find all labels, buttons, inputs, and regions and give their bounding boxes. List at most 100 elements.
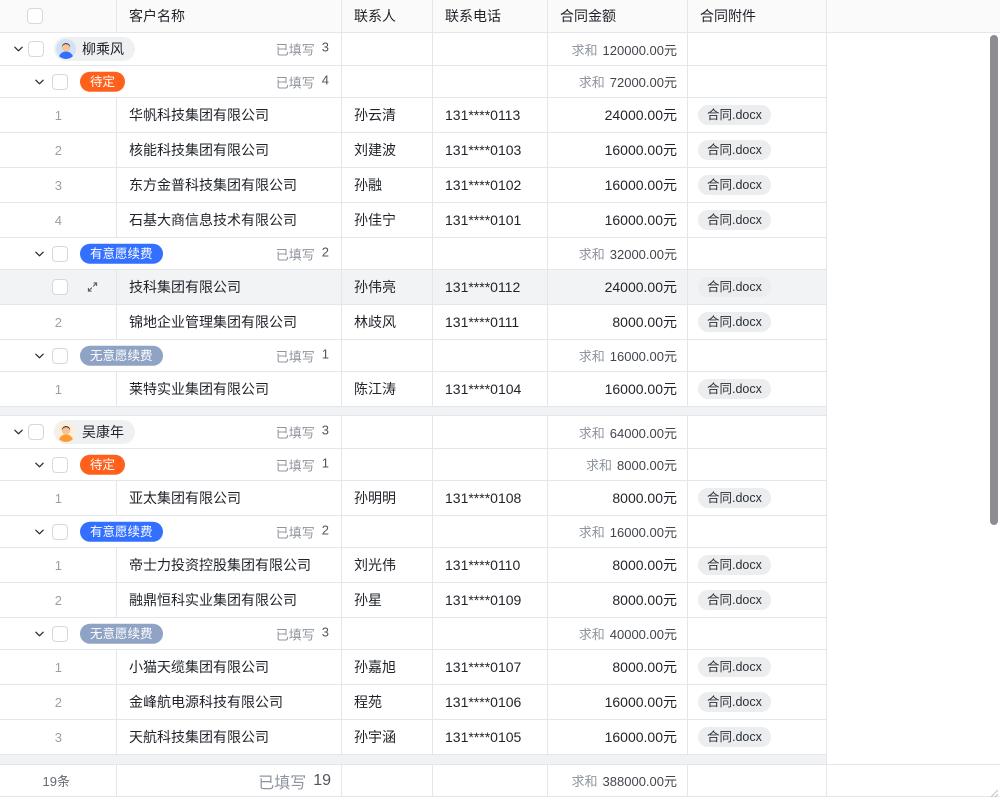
row-gutter-cell[interactable]: 2 (0, 133, 117, 167)
phone-cell[interactable]: 131****0109 (433, 583, 548, 617)
chevron-down-icon[interactable] (34, 628, 45, 639)
attachment-cell[interactable]: 合同.docx (688, 305, 827, 339)
person-group-row[interactable]: 吴康年已填写3求和64000.00元 (0, 416, 827, 449)
header-select-cell[interactable] (0, 0, 117, 32)
phone-cell[interactable]: 131****0102 (433, 168, 548, 202)
customer-name-cell[interactable]: 帝士力投资控股集团有限公司 (117, 548, 342, 582)
attachment-cell[interactable]: 合同.docx (688, 685, 827, 719)
column-header-customer-name[interactable]: 客户名称 (117, 0, 342, 32)
data-row[interactable]: 1华帆科技集团有限公司孙云清131****011324000.00元合同.doc… (0, 98, 827, 133)
attachment-cell[interactable]: 合同.docx (688, 203, 827, 237)
subgroup-row[interactable]: 有意愿续费已填写2求和32000.00元 (0, 238, 827, 270)
customer-name-cell[interactable]: 亚太集团有限公司 (117, 481, 342, 515)
attachment-cell[interactable]: 合同.docx (688, 270, 827, 304)
attachment-cell[interactable]: 合同.docx (688, 168, 827, 202)
amount-cell[interactable]: 24000.00元 (548, 98, 688, 132)
attachment-chip[interactable]: 合同.docx (698, 210, 771, 231)
contact-cell[interactable]: 孙佳宁 (342, 203, 433, 237)
subgroup-row[interactable]: 无意愿续费已填写3求和40000.00元 (0, 618, 827, 650)
customer-name-cell[interactable]: 小猫天缆集团有限公司 (117, 650, 342, 684)
customer-name-cell[interactable]: 石基大商信息技术有限公司 (117, 203, 342, 237)
row-gutter-cell[interactable]: 1 (0, 481, 117, 515)
row-gutter-cell[interactable]: 1 (0, 372, 117, 406)
row-checkbox[interactable] (52, 626, 68, 642)
row-gutter-cell[interactable]: 1 (0, 548, 117, 582)
attachment-cell[interactable]: 合同.docx (688, 548, 827, 582)
status-badge[interactable]: 待定 (80, 454, 125, 475)
amount-cell[interactable]: 8000.00元 (548, 583, 688, 617)
attachment-chip[interactable]: 合同.docx (698, 312, 771, 333)
row-gutter-cell[interactable]: 1 (0, 650, 117, 684)
attachment-cell[interactable]: 合同.docx (688, 133, 827, 167)
contact-cell[interactable]: 程苑 (342, 685, 433, 719)
amount-cell[interactable]: 16000.00元 (548, 203, 688, 237)
subgroup-title-cell[interactable]: 待定已填写4 (0, 66, 342, 97)
data-row[interactable]: 2锦地企业管理集团有限公司林歧风131****01118000.00元合同.do… (0, 305, 827, 340)
phone-cell[interactable]: 131****0104 (433, 372, 548, 406)
data-row[interactable]: 1小猫天缆集团有限公司孙嘉旭131****01078000.00元合同.docx (0, 650, 827, 685)
chevron-down-icon[interactable] (34, 526, 45, 537)
customer-name-cell[interactable]: 天航科技集团有限公司 (117, 720, 342, 754)
subgroup-title-cell[interactable]: 无意愿续费已填写3 (0, 618, 342, 649)
select-all-checkbox[interactable] (27, 8, 43, 24)
row-gutter-cell[interactable]: 2 (0, 583, 117, 617)
customer-name-cell[interactable]: 华帆科技集团有限公司 (117, 98, 342, 132)
subgroup-row[interactable]: 有意愿续费已填写2求和16000.00元 (0, 516, 827, 548)
phone-cell[interactable]: 131****0111 (433, 305, 548, 339)
customer-name-cell[interactable]: 融鼎恒科实业集团有限公司 (117, 583, 342, 617)
contact-cell[interactable]: 孙宇涵 (342, 720, 433, 754)
customer-name-cell[interactable]: 东方金普科技集团有限公司 (117, 168, 342, 202)
amount-cell[interactable]: 8000.00元 (548, 650, 688, 684)
row-checkbox[interactable] (52, 457, 68, 473)
row-gutter-cell[interactable]: 1 (0, 98, 117, 132)
row-gutter-cell[interactable]: 4 (0, 203, 117, 237)
customer-name-cell[interactable]: 技科集团有限公司 (117, 270, 342, 304)
attachment-chip[interactable]: 合同.docx (698, 488, 771, 509)
contact-cell[interactable]: 孙星 (342, 583, 433, 617)
customer-name-cell[interactable]: 核能科技集团有限公司 (117, 133, 342, 167)
contact-cell[interactable]: 孙嘉旭 (342, 650, 433, 684)
row-gutter-cell[interactable]: 2 (0, 685, 117, 719)
attachment-chip[interactable]: 合同.docx (698, 555, 771, 576)
subgroup-row[interactable]: 待定已填写1求和8000.00元 (0, 449, 827, 481)
attachment-chip[interactable]: 合同.docx (698, 590, 771, 611)
phone-cell[interactable]: 131****0105 (433, 720, 548, 754)
status-badge[interactable]: 待定 (80, 71, 125, 92)
amount-cell[interactable]: 8000.00元 (548, 548, 688, 582)
attachment-cell[interactable]: 合同.docx (688, 98, 827, 132)
status-badge[interactable]: 无意愿续费 (80, 345, 163, 366)
row-checkbox[interactable] (52, 279, 68, 295)
attachment-chip[interactable]: 合同.docx (698, 657, 771, 678)
group-person-pill[interactable]: 柳乘风 (54, 37, 135, 61)
amount-cell[interactable]: 16000.00元 (548, 685, 688, 719)
subgroup-row[interactable]: 待定已填写4求和72000.00元 (0, 66, 827, 98)
row-checkbox[interactable] (28, 424, 44, 440)
chevron-down-icon[interactable] (34, 459, 45, 470)
phone-cell[interactable]: 131****0113 (433, 98, 548, 132)
subgroup-title-cell[interactable]: 无意愿续费已填写1 (0, 340, 342, 371)
subgroup-row[interactable]: 无意愿续费已填写1求和16000.00元 (0, 340, 827, 372)
expand-icon[interactable] (86, 281, 99, 294)
contact-cell[interactable]: 孙伟亮 (342, 270, 433, 304)
contact-cell[interactable]: 刘建波 (342, 133, 433, 167)
data-row[interactable]: 4石基大商信息技术有限公司孙佳宁131****010116000.00元合同.d… (0, 203, 827, 238)
attachment-chip[interactable]: 合同.docx (698, 175, 771, 196)
phone-cell[interactable]: 131****0108 (433, 481, 548, 515)
chevron-down-icon[interactable] (34, 248, 45, 259)
subgroup-title-cell[interactable]: 有意愿续费已填写2 (0, 516, 342, 547)
phone-cell[interactable]: 131****0103 (433, 133, 548, 167)
subgroup-title-cell[interactable]: 待定已填写1 (0, 449, 342, 480)
chevron-down-icon[interactable] (13, 427, 24, 438)
amount-cell[interactable]: 24000.00元 (548, 270, 688, 304)
vertical-scrollbar-thumb[interactable] (990, 35, 998, 525)
customer-name-cell[interactable]: 金峰航电源科技有限公司 (117, 685, 342, 719)
group-person-pill[interactable]: 吴康年 (54, 420, 135, 444)
row-checkbox[interactable] (52, 524, 68, 540)
contact-cell[interactable]: 孙明明 (342, 481, 433, 515)
chevron-down-icon[interactable] (34, 76, 45, 87)
status-badge[interactable]: 有意愿续费 (80, 521, 163, 542)
column-header-phone[interactable]: 联系电话 (433, 0, 548, 32)
attachment-chip[interactable]: 合同.docx (698, 379, 771, 400)
attachment-chip[interactable]: 合同.docx (698, 727, 771, 748)
group-title-cell[interactable]: 吴康年已填写3 (0, 416, 342, 448)
